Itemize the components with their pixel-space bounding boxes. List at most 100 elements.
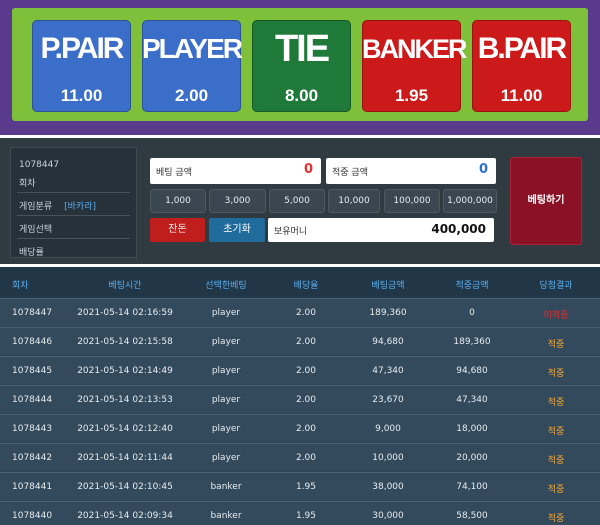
col-odds: 배당율 xyxy=(293,281,319,291)
balance-field: 보유머니 400,000 xyxy=(268,218,494,242)
bet-type-panel: P.PAIR 11.00 PLAYER 2.00 TIE 8.00 BANKER… xyxy=(0,0,600,135)
bet-card-odds: 11.00 xyxy=(500,86,543,105)
row-bet-time: 2021-05-14 02:10:45 xyxy=(77,482,173,492)
bet-card-banker-pair[interactable]: B.PAIR 11.00 xyxy=(472,20,571,112)
bet-card-tie[interactable]: TIE 8.00 xyxy=(252,20,351,112)
row-selection: player xyxy=(211,453,241,463)
row-selection: player xyxy=(211,395,241,405)
betting-control-panel: 1078447 회차 게임분류 [바카라] 게임선택 배당률 베팅 금액 0 적중… xyxy=(0,138,600,264)
win-amount-field: 적중 금액 0 xyxy=(326,158,496,184)
row-bet-time: 2021-05-14 02:13:53 xyxy=(77,395,173,405)
table-row: 1078443 2021-05-14 02:12:40 player 2.00 9,00… xyxy=(0,414,600,442)
reset-button[interactable]: 초기화 xyxy=(209,218,265,242)
table-row: 1078442 2021-05-14 02:11:44 player 2.00 10,0… xyxy=(0,443,600,471)
table-row: 1078446 2021-05-14 02:15:58 player 2.00 94,6… xyxy=(0,327,600,355)
bet-amount-field[interactable]: 베팅 금액 0 xyxy=(150,158,321,184)
table-row: 1078445 2021-05-14 02:14:49 player 2.00 47,3… xyxy=(0,356,600,384)
row-odds: 2.00 xyxy=(295,366,317,376)
row-selection: player xyxy=(211,366,241,376)
chip-3000-button[interactable]: 3,000 xyxy=(209,189,266,213)
bet-card-player[interactable]: PLAYER 2.00 xyxy=(142,20,243,112)
row-round: 1078445 xyxy=(12,366,53,376)
row-round: 1078446 xyxy=(12,337,53,347)
table-row: 1078447 2021-05-14 02:16:59 player 2.00 189,… xyxy=(0,298,600,326)
bet-card-name: BANKER xyxy=(362,34,468,64)
row-round: 1078443 xyxy=(12,424,53,434)
change-button[interactable]: 잔돈 xyxy=(150,218,205,242)
game-category-value: [바카라] xyxy=(64,202,96,212)
row-odds: 2.00 xyxy=(295,308,317,318)
bet-card-name: TIE xyxy=(274,28,330,70)
row-odds: 2.00 xyxy=(295,424,317,434)
chip-1000-button[interactable]: 1,000 xyxy=(150,189,206,213)
bet-card-player-pair[interactable]: P.PAIR 11.00 xyxy=(32,20,131,112)
odds-label: 배당률 xyxy=(19,248,44,258)
row-bet-amount: 30,000 xyxy=(372,511,404,521)
row-bet-time: 2021-05-14 02:09:34 xyxy=(77,511,173,521)
row-win-amount: 0 xyxy=(469,308,475,318)
row-bet-time: 2021-05-14 02:12:40 xyxy=(77,424,173,434)
row-selection: player xyxy=(211,337,241,347)
col-bet-time: 베팅시간 xyxy=(108,281,142,291)
table-row: 1078440 2021-05-14 02:09:34 banker 1.95 30,0… xyxy=(0,501,600,525)
col-result: 당첨결과 xyxy=(539,281,573,291)
row-bet-amount: 23,670 xyxy=(372,395,404,405)
row-bet-amount: 10,000 xyxy=(372,453,404,463)
row-odds: 2.00 xyxy=(295,453,317,463)
bet-card-odds: 8.00 xyxy=(284,86,319,105)
round-label: 회차 xyxy=(19,179,36,189)
row-result: 적중 xyxy=(547,398,565,408)
row-selection: banker xyxy=(210,482,242,492)
row-bet-time: 2021-05-14 02:11:44 xyxy=(77,453,173,463)
chip-100000-button[interactable]: 100,000 xyxy=(384,189,440,213)
game-selection-label: 게임선택 xyxy=(19,225,53,235)
row-selection: player xyxy=(211,308,241,318)
bet-card-name: B.PAIR xyxy=(477,32,567,65)
bet-amount-value: 0 xyxy=(303,162,313,177)
row-round: 1078444 xyxy=(12,395,53,405)
chip-1000000-button[interactable]: 1,000,000 xyxy=(443,189,497,213)
row-odds: 2.00 xyxy=(295,337,317,347)
table-header: 회차 베팅시간 선택한베팅 배당율 베팅금액 적중금액 당첨결과 xyxy=(0,269,600,298)
balance-value: 400,000 xyxy=(431,222,486,236)
row-result: 적중 xyxy=(547,456,565,466)
row-result: 적중 xyxy=(547,514,565,524)
bet-card-name: P.PAIR xyxy=(40,32,125,65)
col-bet-amount: 베팅금액 xyxy=(371,281,405,291)
row-result: 적중 xyxy=(547,369,565,379)
row-odds: 2.00 xyxy=(295,395,317,405)
row-win-amount: 94,680 xyxy=(456,366,488,376)
row-round: 1078447 xyxy=(12,308,53,318)
row-selection: player xyxy=(211,424,241,434)
col-win-amount: 적중금액 xyxy=(455,281,489,291)
place-bet-button[interactable]: 베팅하기 xyxy=(510,157,582,245)
row-selection: banker xyxy=(210,511,242,521)
info-divider xyxy=(17,192,130,193)
bet-history-table: 회차 베팅시간 선택한베팅 배당율 베팅금액 적중금액 당첨결과 1078447… xyxy=(0,267,600,525)
row-result: 적중 xyxy=(547,427,565,437)
col-round: 회차 xyxy=(12,281,29,291)
game-category-label: 게임분류 xyxy=(19,202,53,212)
row-bet-time: 2021-05-14 02:14:49 xyxy=(77,366,173,376)
bet-card-banker[interactable]: BANKER 1.95 xyxy=(362,20,468,112)
bet-card-odds: 1.95 xyxy=(394,86,429,105)
game-info-box: 1078447 회차 게임분류 [바카라] 게임선택 배당률 xyxy=(10,147,137,258)
row-odds: 1.95 xyxy=(295,511,317,521)
chip-5000-button[interactable]: 5,000 xyxy=(269,189,325,213)
row-bet-time: 2021-05-14 02:16:59 xyxy=(77,308,173,318)
col-selection: 선택한베팅 xyxy=(205,281,247,291)
bet-amount-label: 베팅 금액 xyxy=(156,168,192,178)
round-number: 1078447 xyxy=(19,160,60,170)
win-amount-label: 적중 금액 xyxy=(332,168,368,178)
row-win-amount: 74,100 xyxy=(456,482,488,492)
info-divider xyxy=(17,238,130,239)
bet-card-name: PLAYER xyxy=(142,33,243,64)
chip-10000-button[interactable]: 10,000 xyxy=(328,189,380,213)
row-win-amount: 20,000 xyxy=(456,453,488,463)
row-bet-time: 2021-05-14 02:15:58 xyxy=(77,337,173,347)
game-category-row: 게임분류 [바카라] xyxy=(19,199,130,212)
bet-card-odds: 11.00 xyxy=(60,86,103,105)
balance-label: 보유머니 xyxy=(274,227,308,237)
row-round: 1078442 xyxy=(12,453,53,463)
row-bet-amount: 189,360 xyxy=(369,308,407,318)
